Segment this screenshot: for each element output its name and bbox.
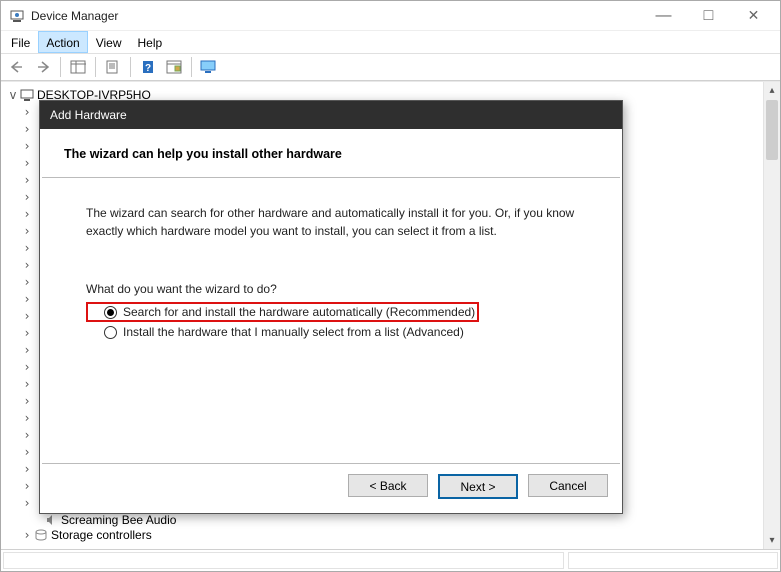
chevron-right-icon[interactable]: ›: [21, 395, 33, 407]
chevron-right-icon[interactable]: ›: [21, 157, 33, 169]
option-label: Search for and install the hardware auto…: [123, 305, 475, 319]
storage-icon: [33, 528, 49, 542]
tree-item-storage[interactable]: › Storage controllers: [7, 528, 176, 542]
chevron-right-icon[interactable]: ›: [21, 140, 33, 152]
vertical-scrollbar[interactable]: ▴ ▾: [763, 82, 780, 549]
dialog-body: The wizard can search for other hardware…: [40, 178, 622, 463]
device-manager-icon: [9, 8, 25, 24]
computer-icon: [19, 87, 35, 103]
chevron-right-icon[interactable]: ›: [21, 293, 33, 305]
chevron-right-icon[interactable]: ›: [21, 361, 33, 373]
next-button[interactable]: Next >: [438, 474, 518, 499]
toolbar-separator: [191, 57, 192, 77]
show-hide-tree-button[interactable]: [66, 55, 90, 79]
back-button[interactable]: < Back: [348, 474, 428, 497]
dialog-question: What do you want the wizard to do?: [86, 282, 584, 296]
dialog-heading: The wizard can help you install other ha…: [40, 129, 622, 177]
scroll-down-icon[interactable]: ▾: [764, 532, 780, 549]
dialog-options: Search for and install the hardware auto…: [86, 302, 584, 342]
toolbar-separator: [95, 57, 96, 77]
chevron-right-icon[interactable]: ›: [21, 344, 33, 356]
chevron-right-icon[interactable]: ›: [21, 123, 33, 135]
status-cell: [568, 552, 778, 569]
expander-icon[interactable]: v: [7, 89, 19, 101]
chevron-right-icon[interactable]: ›: [21, 463, 33, 475]
cancel-button[interactable]: Cancel: [528, 474, 608, 497]
scroll-thumb[interactable]: [766, 100, 778, 160]
scan-hardware-button[interactable]: [162, 55, 186, 79]
menu-action[interactable]: Action: [38, 31, 87, 53]
chevron-right-icon[interactable]: ›: [21, 529, 33, 541]
statusbar: [1, 549, 780, 571]
radio-icon[interactable]: [104, 326, 117, 339]
svg-text:?: ?: [145, 63, 151, 74]
chevron-right-icon[interactable]: ›: [21, 225, 33, 237]
chevron-right-icon[interactable]: ›: [21, 174, 33, 186]
toolbar: ?: [1, 53, 780, 81]
chevron-right-icon[interactable]: ›: [21, 446, 33, 458]
status-cell: [3, 552, 564, 569]
maximize-button[interactable]: □: [686, 2, 731, 30]
chevron-right-icon[interactable]: ›: [21, 378, 33, 390]
chevron-right-icon[interactable]: ›: [21, 242, 33, 254]
tree-item-label: Screaming Bee Audio: [59, 513, 176, 527]
help-button[interactable]: ?: [136, 55, 160, 79]
menubar: File Action View Help: [1, 31, 780, 53]
menu-file[interactable]: File: [3, 31, 38, 53]
chevron-right-icon[interactable]: ›: [21, 259, 33, 271]
toolbar-separator: [130, 57, 131, 77]
titlebar: Device Manager — □ ✕: [1, 1, 780, 31]
monitor-button[interactable]: [197, 55, 221, 79]
close-button[interactable]: ✕: [731, 2, 776, 30]
properties-button[interactable]: [101, 55, 125, 79]
add-hardware-dialog: Add Hardware The wizard can help you ins…: [39, 100, 623, 514]
chevron-right-icon[interactable]: ›: [21, 310, 33, 322]
dialog-footer: < Back Next > Cancel: [40, 464, 622, 513]
chevron-right-icon[interactable]: ›: [21, 497, 33, 509]
chevron-right-icon[interactable]: ›: [21, 429, 33, 441]
chevron-right-icon[interactable]: ›: [21, 327, 33, 339]
toolbar-separator: [60, 57, 61, 77]
menu-view[interactable]: View: [88, 31, 130, 53]
menu-help[interactable]: Help: [130, 31, 171, 53]
scroll-up-icon[interactable]: ▴: [764, 82, 780, 99]
dialog-description: The wizard can search for other hardware…: [86, 204, 584, 240]
forward-button[interactable]: [31, 55, 55, 79]
option-auto-search[interactable]: Search for and install the hardware auto…: [86, 302, 479, 322]
chevron-right-icon[interactable]: ›: [21, 191, 33, 203]
radio-icon[interactable]: [104, 306, 117, 319]
chevron-right-icon[interactable]: ›: [21, 106, 33, 118]
option-label: Install the hardware that I manually sel…: [123, 325, 464, 339]
window-title: Device Manager: [31, 9, 641, 23]
minimize-button[interactable]: —: [641, 2, 686, 30]
chevron-right-icon[interactable]: ›: [21, 412, 33, 424]
tree-item-label: Storage controllers: [49, 528, 152, 542]
chevron-right-icon[interactable]: ›: [21, 276, 33, 288]
option-manual-select[interactable]: Install the hardware that I manually sel…: [86, 322, 584, 342]
chevron-right-icon[interactable]: ›: [21, 480, 33, 492]
dialog-title: Add Hardware: [40, 101, 622, 129]
chevron-right-icon[interactable]: ›: [21, 208, 33, 220]
back-button[interactable]: [5, 55, 29, 79]
